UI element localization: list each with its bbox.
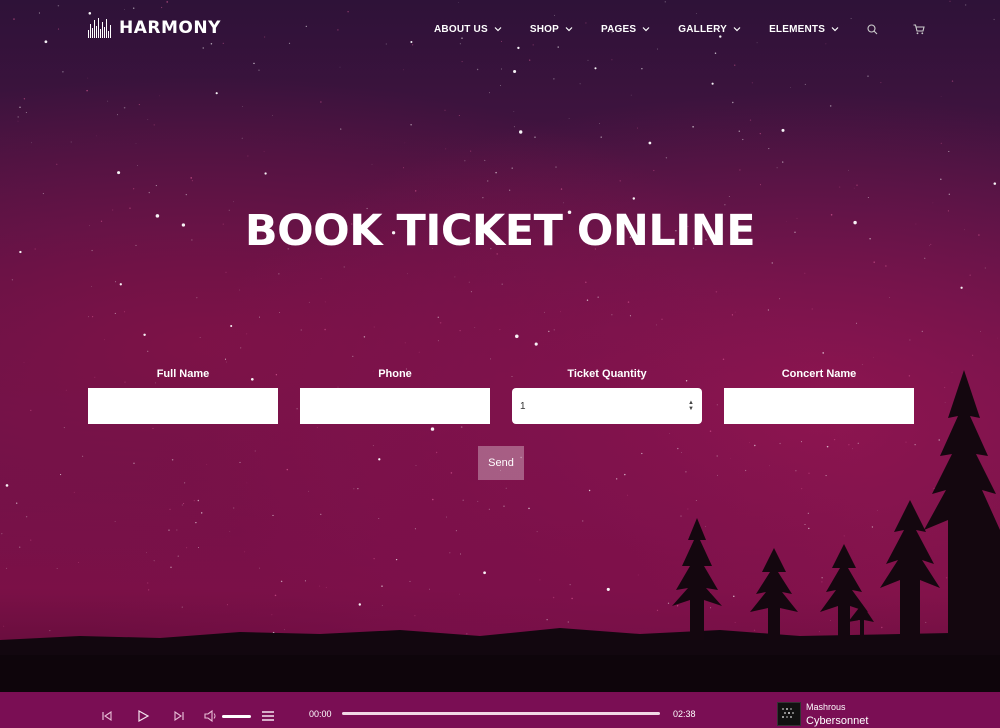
search-icon[interactable] [867,22,881,36]
chevron-down-icon [831,27,839,32]
stars-and-trees [0,0,1000,692]
ticket-quantity-label: Ticket Quantity [567,368,647,380]
chevron-down-icon [494,27,502,32]
volume-slider[interactable] [222,715,251,718]
current-time: 00:00 [309,709,332,719]
ticket-quantity-group: Ticket Quantity 1 ▲ ▼ [512,368,702,424]
nav-label: PAGES [600,23,637,35]
nav-label: ABOUT US [434,23,488,35]
site-header: HARMONY ABOUT US SHOP PAGES GALLERY ELEM… [0,0,1000,60]
track-title: Cybersonnet [806,715,869,727]
track-duration: 02:38 [673,709,696,719]
artist-name: Mashrous [806,702,846,712]
chevron-down-icon [733,27,741,32]
soundwave-logo-icon [88,18,111,38]
page-title: BOOK TICKET ONLINE [244,206,756,256]
nav-label: SHOP [529,23,559,35]
nav-item-shop[interactable]: SHOP [530,24,573,35]
select-arrows-icon: ▲ ▼ [688,400,694,412]
nav-label: ELEMENTS [769,23,826,35]
send-button[interactable]: Send [478,446,524,480]
main-nav: ABOUT US SHOP PAGES GALLERY ELEMENTS [434,22,959,36]
progress-bar[interactable] [342,712,660,715]
nav-item-gallery[interactable]: GALLERY [678,24,741,35]
brand-logo[interactable]: HARMONY [88,18,221,38]
starry-sky-background [0,0,1000,692]
concert-name-label: Concert Name [781,368,857,380]
concert-name-input[interactable] [724,388,914,424]
full-name-label: Full Name [156,368,210,380]
volume-icon[interactable] [204,709,218,723]
ticket-quantity-value: 1 [520,400,526,412]
concert-name-group: Concert Name [724,368,914,424]
brand-name: HARMONY [119,18,221,38]
next-track-icon[interactable] [172,709,186,723]
cart-icon[interactable] [913,22,927,36]
chevron-down-icon [642,27,650,32]
phone-input[interactable] [300,388,490,424]
previous-track-icon[interactable] [100,709,114,723]
nav-item-elements[interactable]: ELEMENTS [769,24,839,35]
ticket-quantity-select[interactable]: 1 ▲ ▼ [512,388,702,424]
phone-label: Phone [378,368,412,380]
full-name-group: Full Name [88,368,278,424]
full-name-input[interactable] [88,388,278,424]
play-icon[interactable] [136,709,150,723]
album-cover-thumbnail [777,702,801,726]
nav-item-about-us[interactable]: ABOUT US [434,24,502,35]
phone-group: Phone [300,368,490,424]
chevron-down-icon [565,27,573,32]
nav-item-pages[interactable]: PAGES [601,24,650,35]
playlist-icon[interactable] [261,709,275,723]
nav-label: GALLERY [678,23,728,35]
